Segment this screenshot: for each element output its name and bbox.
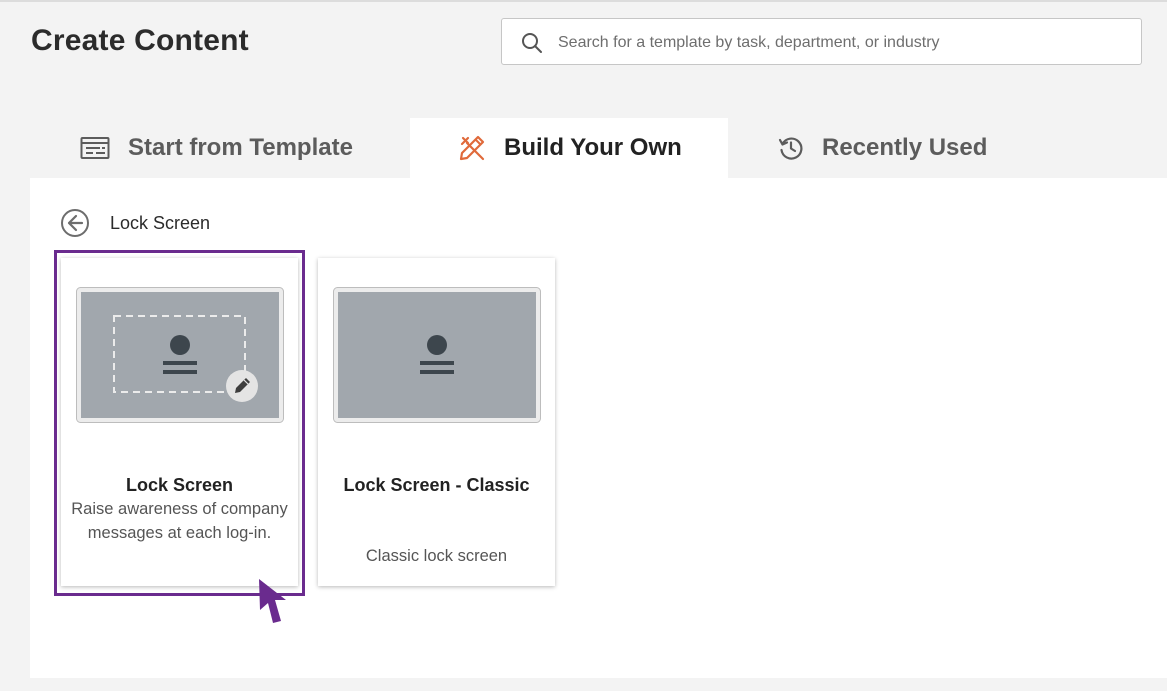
card-lock-screen[interactable]: Lock Screen Raise awareness of company m… <box>61 258 298 586</box>
card-description: Raise awareness of company messages at e… <box>71 500 288 542</box>
mouse-pointer-icon <box>259 579 286 623</box>
tab-label: Start from Template <box>128 134 353 161</box>
breadcrumb: Lock Screen <box>110 213 211 233</box>
lock-screen-thumbnail <box>76 287 284 423</box>
tab-label: Build Your Own <box>504 134 682 161</box>
tab-label: Recently Used <box>822 134 988 161</box>
lock-screen-classic-thumbnail <box>333 287 541 423</box>
card-lock-screen-classic[interactable]: Lock Screen - Classic Classic lock scree… <box>318 258 555 586</box>
back-arrow-icon <box>61 209 89 237</box>
template-icon <box>80 137 110 159</box>
build-tools-icon <box>459 135 485 161</box>
search-icon <box>522 33 542 53</box>
back-button[interactable] <box>60 208 90 238</box>
top-divider <box>0 0 1167 2</box>
page-title: Create Content <box>31 24 249 57</box>
tab-start-from-template[interactable]: Start from Template <box>80 118 400 178</box>
card-title: Lock Screen <box>125 475 234 495</box>
tab-recently-used[interactable]: Recently Used <box>778 118 1038 178</box>
search-box[interactable] <box>501 18 1142 65</box>
card-description: Classic lock screen <box>365 547 508 565</box>
search-input[interactable] <box>556 29 1120 57</box>
tab-build-your-own[interactable]: Build Your Own <box>410 118 728 178</box>
history-icon <box>778 137 803 160</box>
card-title: Lock Screen - Classic <box>343 475 530 495</box>
